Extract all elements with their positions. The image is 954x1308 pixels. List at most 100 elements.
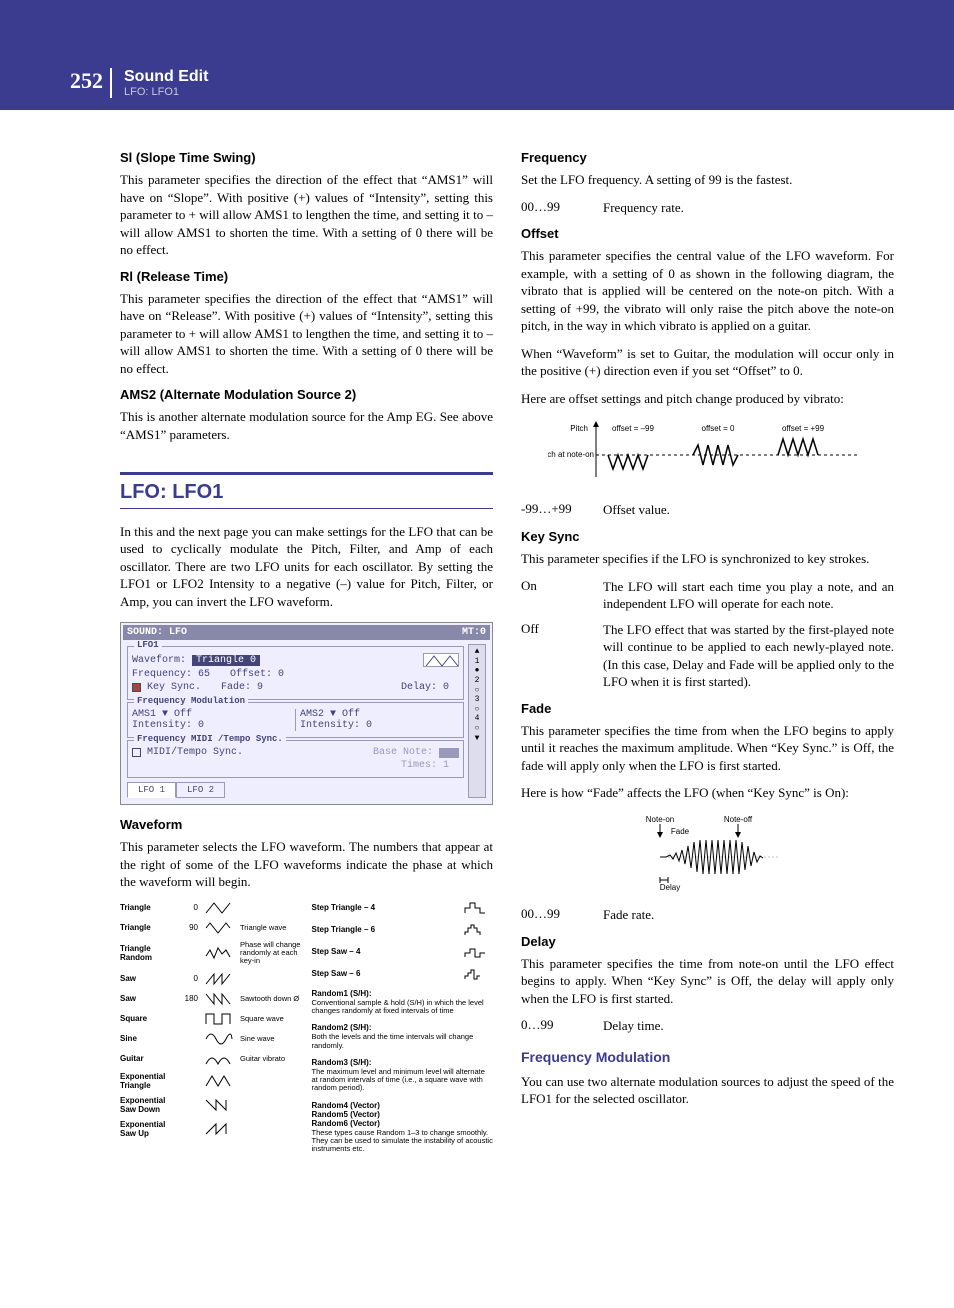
keysync-off-k: Off — [521, 621, 591, 691]
svg-text:Pitch at note-on: Pitch at note-on — [548, 450, 594, 459]
scr-ams1-v[interactable]: Off — [174, 709, 192, 720]
waveform-row: Step Triangle – 4 — [312, 901, 494, 915]
offset-body3: Here are offset settings and pitch chang… — [521, 390, 894, 408]
scr-ams2-l: AMS2 — [300, 709, 330, 720]
waveform-row: Exponential Saw Down — [120, 1096, 302, 1114]
fm-body: You can use two alternate modulation sou… — [521, 1073, 894, 1108]
offset-body2: When “Waveform” is set to Guitar, the mo… — [521, 345, 894, 380]
svg-text:Fade: Fade — [670, 827, 689, 836]
keysync-body: This parameter specifies if the LFO is s… — [521, 550, 894, 568]
keysync-on-k: On — [521, 578, 591, 613]
scr-basenote: Base Note: — [373, 747, 433, 758]
svg-text:offset = 0: offset = 0 — [701, 424, 735, 433]
scr-miditempo: MIDI/Tempo Sync. — [147, 747, 243, 758]
delay-range: 0…99 — [521, 1017, 591, 1035]
scr-delay: Delay: 0 — [401, 682, 449, 693]
waveform-title: Waveform — [120, 817, 493, 832]
frequency-range: 00…99 — [521, 199, 591, 217]
svg-text:Note-off: Note-off — [723, 815, 752, 824]
offset-title: Offset — [521, 226, 894, 241]
offset-diagram: Pitch Pitch at note-on offset = –99 offs… — [521, 417, 894, 487]
svg-text:Pitch: Pitch — [570, 424, 588, 433]
keysync-title: Key Sync — [521, 529, 894, 544]
waveform-row: Triangle90Triangle wave — [120, 921, 302, 935]
delay-body: This parameter specifies the time from n… — [521, 955, 894, 1008]
fade-range-desc: Fade rate. — [603, 906, 894, 924]
param-rl-title: Rl (Release Time) — [120, 269, 493, 284]
param-sl-body: This parameter specifies the direction o… — [120, 171, 493, 259]
scr-freq: Frequency: 65 — [132, 669, 210, 680]
section-intro: In this and the next page you can make s… — [120, 523, 493, 611]
left-column: Sl (Slope Time Swing) This parameter spe… — [120, 140, 493, 1161]
fade-body2: Here is how “Fade” affects the LFO (when… — [521, 784, 894, 802]
svg-text:offset = –99: offset = –99 — [612, 424, 654, 433]
page-header: 252 Sound Edit LFO: LFO1 — [0, 0, 954, 110]
waveform-row: SineSine wave — [120, 1032, 302, 1046]
scr-title-r: MT:0 — [462, 627, 486, 638]
scr-waveform-value[interactable]: Triangle 0 — [192, 655, 260, 666]
scr-ams1-l: AMS1 — [132, 709, 162, 720]
waveform-row: Saw0 — [120, 972, 302, 986]
param-rl-body: This parameter specifies the direction o… — [120, 290, 493, 378]
scr-title-l: SOUND: LFO — [127, 627, 187, 638]
scr-keysync: Key Sync. — [147, 682, 201, 693]
scr-times: Times: 1 — [401, 760, 449, 771]
param-ams2-title: AMS2 (Alternate Modulation Source 2) — [120, 387, 493, 402]
fade-diagram: Note-on Note-off Fade Delay — [521, 812, 894, 892]
param-ams2-body: This is another alternate modulation sou… — [120, 408, 493, 443]
waveform-row: Step Saw – 4 — [312, 945, 494, 959]
delay-range-desc: Delay time. — [603, 1017, 894, 1035]
scr-ams2-v[interactable]: Off — [342, 709, 360, 720]
svg-text:Note-on: Note-on — [645, 815, 673, 824]
header-title: Sound Edit — [124, 68, 208, 86]
frequency-range-desc: Frequency rate. — [603, 199, 894, 217]
fm-title: Frequency Modulation — [521, 1049, 894, 1065]
scr-int1: Intensity: 0 — [132, 720, 291, 731]
keysync-off-v: The LFO effect that was started by the f… — [603, 621, 894, 691]
delay-title: Delay — [521, 934, 894, 949]
param-sl-title: Sl (Slope Time Swing) — [120, 150, 493, 165]
scr-keysync-check[interactable] — [132, 683, 141, 692]
svg-text:Delay: Delay — [659, 883, 679, 892]
waveform-row: Random2 (S/H):Both the levels and the ti… — [312, 1023, 494, 1050]
waveform-row: Random3 (S/H):The maximum level and mini… — [312, 1058, 494, 1093]
waveform-row: SquareSquare wave — [120, 1012, 302, 1026]
fade-title: Fade — [521, 701, 894, 716]
frequency-body: Set the LFO frequency. A setting of 99 i… — [521, 171, 894, 189]
scr-fade: Fade: 9 — [221, 682, 263, 693]
keysync-on-v: The LFO will start each time you play a … — [603, 578, 894, 613]
scr-panel3-title: Frequency MIDI /Tempo Sync. — [134, 734, 286, 744]
waveform-row: Random4 (Vector)Random5 (Vector)Random6 … — [312, 1101, 494, 1154]
offset-range: -99…+99 — [521, 501, 591, 519]
lfo-screenshot: SOUND: LFO MT:0 LFO1 Waveform: Triangle … — [120, 622, 493, 805]
offset-body1: This parameter specifies the central val… — [521, 247, 894, 335]
waveform-table: Triangle0 Triangle90Triangle wave Triangle… — [120, 901, 493, 1162]
scr-offset: Offset: 0 — [230, 669, 284, 680]
waveform-row: Exponential Saw Up — [120, 1120, 302, 1138]
fade-body1: This parameter specifies the time from w… — [521, 722, 894, 775]
scr-panel1-title: LFO1 — [134, 640, 162, 650]
waveform-body: This parameter selects the LFO waveform.… — [120, 838, 493, 891]
fade-range: 00…99 — [521, 906, 591, 924]
frequency-title: Frequency — [521, 150, 894, 165]
scr-tab-lfo1[interactable]: LFO 1 — [127, 782, 176, 798]
waveform-row: GuitarGuitar vibrato — [120, 1052, 302, 1066]
header-subtitle: LFO: LFO1 — [124, 86, 208, 98]
waveform-row: Exponential Triangle — [120, 1072, 302, 1090]
section-lfo1: LFO: LFO1 — [120, 472, 493, 509]
right-column: Frequency Set the LFO frequency. A setti… — [521, 140, 894, 1161]
scr-tab-lfo2[interactable]: LFO 2 — [176, 782, 225, 798]
scr-int2: Intensity: 0 — [300, 720, 459, 731]
waveform-row: Triangle RandomPhase will change randoml… — [120, 941, 302, 966]
waveform-row: Triangle0 — [120, 901, 302, 915]
scr-waveform-label: Waveform: — [132, 655, 186, 666]
waveform-row: Saw180Sawtooth down Ø — [120, 992, 302, 1006]
waveform-row: Step Saw – 6 — [312, 967, 494, 981]
scr-panel2-title: Frequency Modulation — [134, 696, 248, 706]
scr-sidebar[interactable]: ▲1●2○3○4○▼ — [468, 644, 486, 798]
page-number: 252 — [70, 68, 103, 94]
svg-text:offset = +99: offset = +99 — [781, 424, 824, 433]
offset-range-desc: Offset value. — [603, 501, 894, 519]
scr-miditempo-check[interactable] — [132, 748, 141, 757]
scr-basenote-v[interactable] — [439, 748, 459, 758]
